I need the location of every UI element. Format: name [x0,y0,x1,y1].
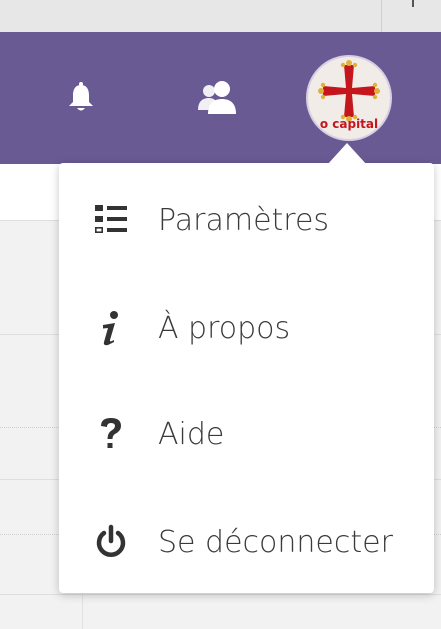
avatar[interactable]: o capital [306,55,392,141]
strip-tick [412,0,414,7]
avatar-logo-text: o capital [319,117,379,131]
menu-item-label: Aide [158,416,225,452]
menu-item-help[interactable]: Aide [59,389,434,479]
menu-item-label: À propos [158,310,291,346]
strip-divider [381,0,382,32]
question-icon [91,414,131,454]
menu-item-logout[interactable]: Se déconnecter [59,497,434,587]
top-strip [0,0,441,32]
menu-item-about[interactable]: À propos [59,283,434,373]
menu-caret [327,143,367,165]
bell-icon[interactable] [64,80,98,114]
contacts-icon[interactable] [194,78,240,118]
user-dropdown-menu: Paramètres À propos Aide Se déconnecter [59,163,434,593]
list-settings-icon [91,200,131,240]
menu-item-settings[interactable]: Paramètres [59,175,434,265]
info-icon [91,308,131,348]
menu-item-label: Paramètres [158,202,330,238]
power-icon [91,522,131,562]
menu-item-label: Se déconnecter [158,524,393,560]
row-divider [0,594,441,595]
